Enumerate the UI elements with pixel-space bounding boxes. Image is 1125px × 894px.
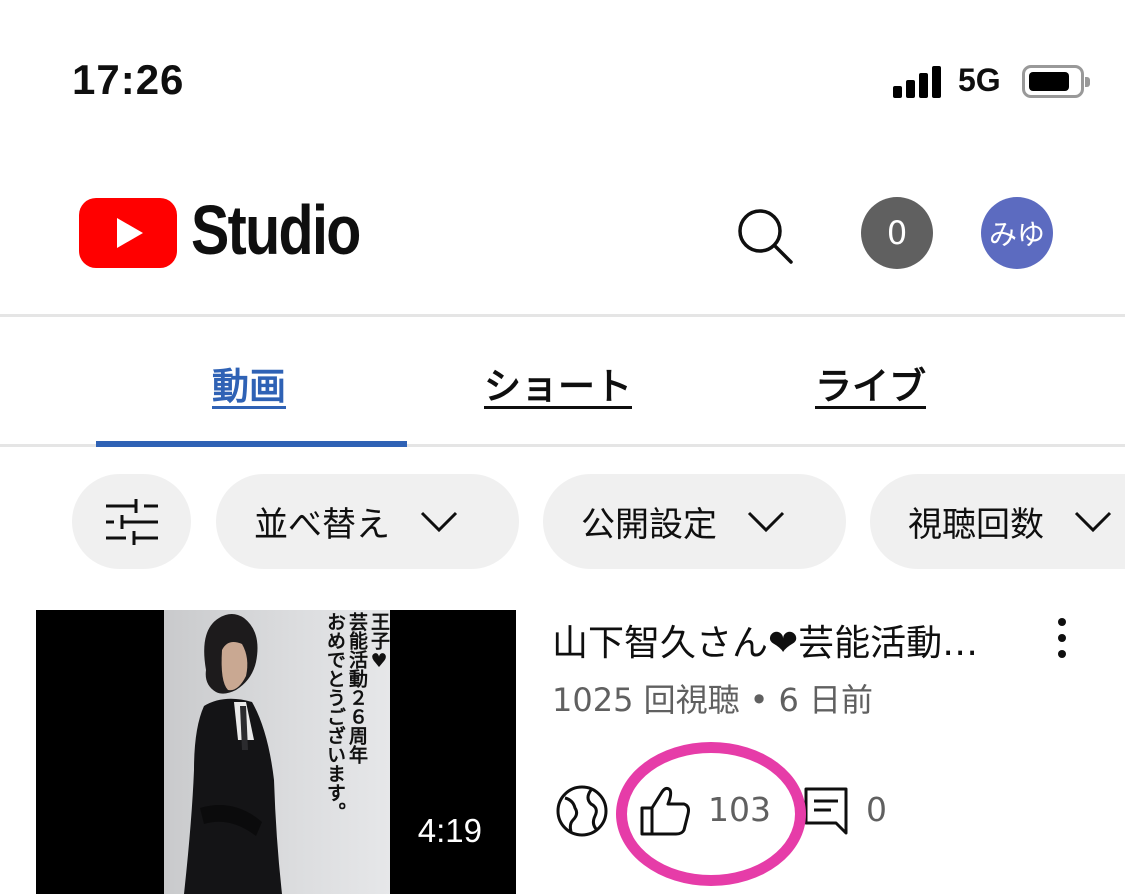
tab-videos[interactable]: 動画 [212,356,286,410]
video-duration: 4:19 [417,812,482,849]
tab-shorts[interactable]: ショート [484,356,632,410]
thumbnail-photo: 王子♥ 芸能活動２６周年 おめでとうございます。 [164,610,390,894]
comment-icon [804,787,848,835]
sliders-icon [105,498,158,545]
meta-separator: • [749,681,769,719]
avatar[interactable]: みゆ [981,197,1053,269]
video-thumbnail[interactable]: 王子♥ 芸能活動２６周年 おめでとうございます。 4:19 [36,610,516,894]
visibility-chip[interactable]: 公開設定 [543,474,846,569]
thumbnail-caption-1: 王子♥ [368,612,390,672]
highlight-circle [616,742,806,886]
thumbnail-caption-2: 芸能活動２６周年 [346,612,368,764]
visibility-chip-label: 公開設定 [581,505,717,545]
chevron-down-icon [420,511,458,532]
sort-chip[interactable]: 並べ替え [216,474,519,569]
header-divider [0,314,1125,317]
youtube-logo-icon [79,198,177,268]
status-time: 17:26 [72,56,185,103]
chevron-down-icon [1074,511,1112,532]
views-chip[interactable]: 視聴回数 [870,474,1125,569]
tab-live[interactable]: ライブ [815,356,926,410]
sort-chip-label: 並べ替え [254,505,390,545]
chevron-down-icon [747,511,785,532]
notification-count: 0 [886,214,908,252]
search-icon[interactable] [733,204,797,268]
filter-button[interactable] [72,474,191,569]
video-title[interactable]: 山下智久さん❤芸能活動… [552,614,1032,666]
notification-badge[interactable]: 0 [861,197,933,269]
globe-icon [556,785,608,837]
views-chip-label: 視聴回数 [908,505,1044,545]
video-age: 6 日前 [778,681,874,719]
thumbnail-caption-3: おめでとうございます。 [324,612,346,821]
active-tab-indicator [96,441,407,447]
video-meta: 1025 回視聴 • 6 日前 [552,675,873,721]
studio-logo-text: Studio [191,191,361,269]
comment-count: 0 [866,790,887,829]
battery-icon [1022,65,1090,98]
network-label: 5G [958,62,1001,98]
more-options-icon[interactable] [1052,618,1072,658]
video-views: 1025 回視聴 [552,681,740,719]
avatar-initials: みゆ [988,218,1045,251]
signal-icon [893,66,945,98]
